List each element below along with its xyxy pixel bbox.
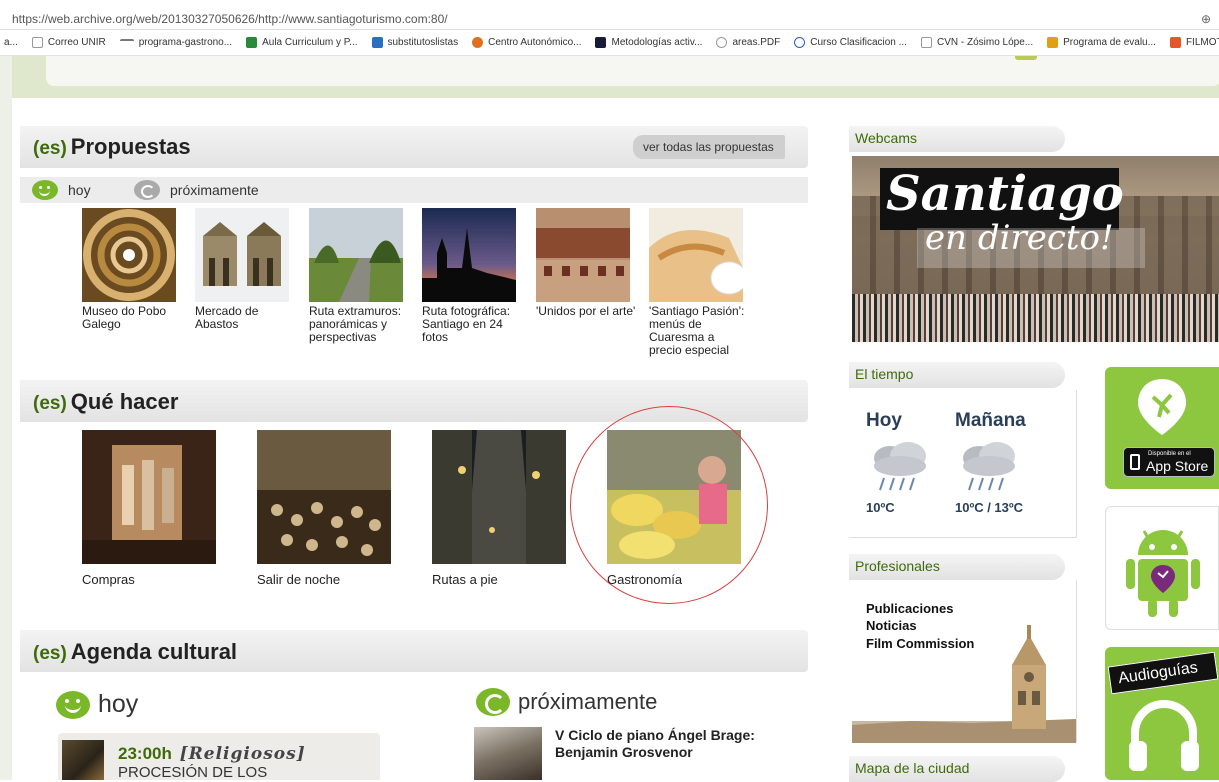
bookmark-item[interactable]: a... [4, 37, 18, 48]
bookmark-item[interactable]: Curso Clasificacion ... [794, 37, 907, 48]
bookmark-item[interactable]: substitutoslistas [371, 37, 458, 48]
bookmark-item[interactable]: Programa de evalu... [1047, 37, 1156, 48]
caption-gastronomia[interactable]: Gastronomía [607, 572, 682, 587]
location-pin-icon [1138, 379, 1186, 435]
caption-rutas-a-pie[interactable]: Rutas a pie [432, 572, 498, 587]
thumb-ruta-extramuros[interactable] [309, 208, 403, 302]
tab-today[interactable]: hoy [32, 180, 91, 200]
top-band [12, 56, 1219, 98]
profesionales-header: Profesionales [849, 554, 1065, 580]
webcam-banner[interactable]: Santiago en directo! [852, 156, 1219, 342]
event-today-time: 23:00h [Religiosos] [118, 744, 306, 764]
appstore-badge[interactable]: Disponible en el App Store [1123, 447, 1215, 477]
event-today-thumbnail[interactable] [62, 740, 104, 780]
unir-icon [119, 38, 134, 47]
audioguias-label: Audioguías [1117, 659, 1199, 688]
event-upcoming-thumbnail[interactable] [474, 727, 542, 780]
pdf-icon [716, 37, 728, 48]
caption-mercado[interactable]: Mercado de Abastos [195, 305, 295, 331]
thumb-mercado[interactable] [195, 208, 289, 302]
webcam-title: Santiago [886, 166, 1124, 222]
headphones-icon [1129, 700, 1199, 771]
agenda-today-heading[interactable]: hoy [56, 690, 138, 719]
url-text: https://web.archive.org/web/201303270506… [12, 12, 448, 26]
audioguias-tile[interactable]: Audioguías [1105, 647, 1219, 780]
centro-icon [472, 37, 484, 48]
zoom-icon[interactable]: ⊕ [1201, 12, 1211, 26]
page-icon [31, 37, 43, 48]
prog-icon [1047, 37, 1059, 48]
link-publicaciones[interactable]: Publicaciones [866, 601, 953, 616]
thumb-unidos-arte[interactable] [536, 208, 630, 302]
bookmark-item[interactable]: areas.PDF [716, 37, 780, 48]
mapa-header[interactable]: Mapa de la ciudad [849, 756, 1065, 782]
caption-museo[interactable]: Museo do Pobo Galego [82, 305, 182, 331]
metod-icon [595, 37, 607, 48]
weather-header: El tiempo [849, 362, 1065, 388]
thumb-ruta-fotografica[interactable] [422, 208, 516, 302]
weather-tomorrow-label: Mañana [955, 410, 1026, 431]
weather-today-label: Hoy [866, 410, 902, 431]
image-rutas-a-pie[interactable] [432, 430, 566, 564]
que-hacer-title: (es) Qué hacer [33, 389, 179, 414]
weather-today-temp: 10ºC [866, 500, 895, 515]
caption-unidos-arte[interactable]: 'Unidos por el arte' [536, 305, 636, 318]
agenda-upcoming-heading[interactable]: próximamente [476, 688, 657, 716]
event-today-name[interactable]: PROCESIÓN DE LOS [118, 764, 267, 781]
webcam-subtitle: en directo! [925, 218, 1114, 258]
smile-icon [56, 690, 90, 719]
android-icon [1126, 530, 1200, 617]
aula-icon [246, 37, 258, 48]
image-salir-de-noche[interactable] [257, 430, 391, 564]
address-bar[interactable]: https://web.archive.org/web/201303270506… [0, 0, 1219, 30]
bookmark-item[interactable]: Metodologías activ... [595, 37, 702, 48]
tab-upcoming[interactable]: próximamente [134, 180, 259, 200]
thumb-santiago-pasion[interactable] [649, 208, 743, 302]
clock-icon [134, 180, 160, 200]
caption-ruta-fotografica[interactable]: Ruta fotográfica: Santiago en 24 fotos [422, 305, 524, 344]
thumb-museo[interactable] [82, 208, 176, 302]
image-compras[interactable] [82, 430, 216, 564]
sheet-icon [371, 37, 383, 48]
weather-tomorrow-temp: 10ºC / 13ºC [955, 500, 1024, 515]
curso-icon [794, 37, 806, 48]
android-tile[interactable] [1105, 506, 1219, 630]
cathedral-image [852, 625, 1076, 743]
propuestas-title: (es) Propuestas [33, 134, 191, 159]
caption-compras[interactable]: Compras [82, 572, 135, 587]
phone-icon [1130, 454, 1140, 470]
bookmark-item[interactable]: Aula Curriculum y P... [246, 37, 358, 48]
caption-ruta-extramuros[interactable]: Ruta extramuros: panorámicas y perspecti… [309, 305, 419, 344]
smile-icon [32, 180, 58, 200]
webcams-header: Webcams [849, 126, 1065, 152]
clock-icon [476, 688, 510, 716]
rain-cloud-icon [963, 442, 1015, 491]
bookmarks-bar: a... Correo UNIR programa-gastrono... Au… [0, 30, 1219, 56]
caption-salir-de-noche[interactable]: Salir de noche [257, 572, 340, 587]
film-icon [1169, 37, 1181, 48]
event-upcoming-title[interactable]: V Ciclo de piano Ángel Brage: Benjamin G… [555, 727, 755, 761]
page-icon [920, 37, 932, 48]
caption-santiago-pasion[interactable]: 'Santiago Pasión': menús de Cuaresma a p… [649, 305, 745, 357]
bookmark-item[interactable]: Centro Autonómico... [472, 37, 581, 48]
left-stripe [0, 56, 12, 780]
appstore-tile[interactable]: Disponible en el App Store [1105, 367, 1219, 489]
bookmark-item[interactable]: Correo UNIR [31, 37, 106, 48]
rain-cloud-icon [874, 442, 926, 491]
bookmark-item[interactable]: programa-gastrono... [119, 37, 232, 48]
bookmark-item[interactable]: FILMOTECA JACOB... [1169, 37, 1219, 48]
bookmark-item[interactable]: CVN - Zósimo Lópe... [920, 37, 1033, 48]
agenda-title: (es) Agenda cultural [33, 639, 238, 664]
see-all-proposals-button[interactable]: ver todas las propuestas [633, 135, 785, 159]
